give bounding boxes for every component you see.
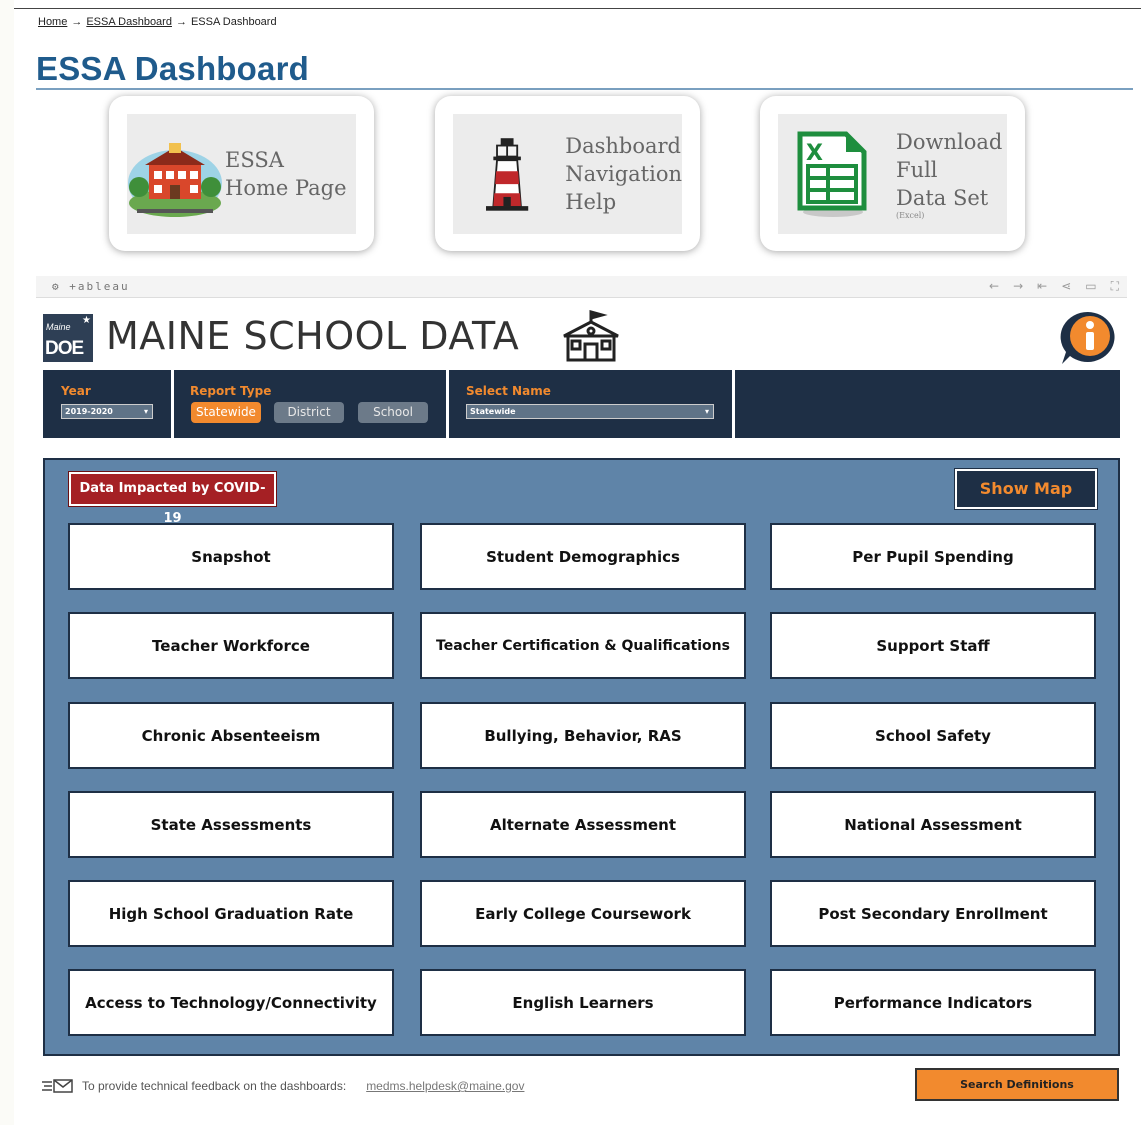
logo-text: DOE [45,338,84,359]
tile-snapshot[interactable]: Snapshot [68,523,394,590]
card-line: Navigation [565,162,682,186]
info-icon[interactable] [1058,310,1118,366]
tile-graduation-rate[interactable]: High School Graduation Rate [68,880,394,947]
redo-icon[interactable]: → [1013,279,1023,294]
excel-icon: X [797,131,867,217]
left-margin [0,0,14,1125]
card-line: Download [896,130,1003,154]
card-line: Home Page [225,176,347,200]
tile-support-staff[interactable]: Support Staff [770,612,1096,679]
select-name-label: Select Name [466,384,551,398]
breadcrumb-home-link[interactable]: Home [38,16,67,28]
feedback-text: To provide technical feedback on the das… [82,1079,347,1093]
tile-teacher-workforce[interactable]: Teacher Workforce [68,612,394,679]
tile-early-college[interactable]: Early College Coursework [420,880,746,947]
select-name-dropdown[interactable]: Statewide ▾ [466,404,714,419]
report-type-label: Report Type [190,384,272,398]
tile-technology-access[interactable]: Access to Technology/Connectivity [68,969,394,1036]
star-icon: ★ [82,315,91,326]
tile-post-secondary[interactable]: Post Secondary Enrollment [770,880,1096,947]
report-type-filter: Report Type Statewide District School [174,370,449,438]
navigation-help-card[interactable]: Dashboard Navigation Help [435,96,700,251]
year-dropdown[interactable]: 2019-2020 ▾ [61,404,153,419]
show-map-button[interactable]: Show Map [954,468,1098,510]
helpdesk-email-link[interactable]: medms.helpdesk@maine.gov [366,1079,524,1093]
breadcrumb-separator: → [71,16,83,28]
maine-doe-logo: Maine DOE ★ [43,314,93,362]
fullscreen-icon[interactable]: ⛶ [1111,279,1119,294]
card-line: Data Set [896,186,989,210]
report-type-statewide[interactable]: Statewide [191,402,261,423]
year-value: 2019-2020 [65,407,113,416]
card-note: (Excel) [896,211,925,220]
download-data-card[interactable]: X Download Full Data Set (Excel) [760,96,1025,251]
tile-alternate-assessment[interactable]: Alternate Assessment [420,791,746,858]
tile-per-pupil-spending[interactable]: Per Pupil Spending [770,523,1096,590]
tile-bullying-behavior[interactable]: Bullying, Behavior, RAS [420,702,746,769]
filter-bar: Year 2019-2020 ▾ Report Type Statewide D… [43,370,1120,438]
year-label: Year [61,384,91,398]
logo-text: Maine [46,322,71,332]
maine-school-data-title: MAINE SCHOOL DATA [106,314,520,358]
card-line: Dashboard [565,134,681,158]
tableau-logo-text: +ableau [69,280,130,293]
search-definitions-button[interactable]: Search Definitions [915,1068,1119,1101]
tile-national-assessment[interactable]: National Assessment [770,791,1096,858]
tableau-tools: ← → ⇤ ⋖ ▭ ⛶ [989,279,1119,294]
tile-student-demographics[interactable]: Student Demographics [420,523,746,590]
tile-chronic-absenteeism[interactable]: Chronic Absenteeism [68,702,394,769]
feedback-row: To provide technical feedback on the das… [42,1078,524,1094]
report-type-district[interactable]: District [274,402,344,423]
svg-text:X: X [806,141,823,166]
top-rule [14,8,1141,9]
title-divider [36,88,1133,90]
chevron-down-icon: ▾ [143,407,148,416]
tableau-toolbar: ⚙ +ableau ← → ⇤ ⋖ ▭ ⛶ [36,276,1127,298]
card-line: Full [896,158,938,182]
covid-impact-button[interactable]: Data Impacted by COVID-19 [68,471,277,526]
tableau-logo: ⚙ +ableau [52,280,130,293]
select-name-filter: Select Name Statewide ▾ [449,370,735,438]
chevron-down-icon: ▾ [704,407,709,416]
tile-state-assessments[interactable]: State Assessments [68,791,394,858]
lighthouse-icon [486,138,529,211]
school-building-icon [128,143,222,217]
undo-icon[interactable]: ← [989,279,999,294]
page-title: ESSA Dashboard [36,50,309,87]
mail-icon [42,1079,73,1093]
breadcrumb-separator: → [175,16,187,28]
breadcrumb-current: ESSA Dashboard [190,16,277,28]
tile-school-safety[interactable]: School Safety [770,702,1096,769]
revert-icon[interactable]: ⇤ [1037,279,1047,294]
essa-home-card[interactable]: ESSA Home Page [109,96,374,251]
share-icon[interactable]: ⋖ [1061,279,1071,294]
tile-performance-indicators[interactable]: Performance Indicators [770,969,1096,1036]
select-name-value: Statewide [470,407,516,416]
breadcrumb-essa-link[interactable]: ESSA Dashboard [86,16,172,28]
card-line: Help [565,190,617,214]
tile-teacher-certification[interactable]: Teacher Certification & Qualifications [420,612,746,679]
schoolhouse-icon [563,310,619,362]
download-icon[interactable]: ▭ [1085,279,1096,294]
year-filter: Year 2019-2020 ▾ [43,370,174,438]
tile-english-learners[interactable]: English Learners [420,969,746,1036]
breadcrumb: Home → ESSA Dashboard → ESSA Dashboard [38,16,277,28]
card-line: ESSA [225,148,284,172]
report-type-school[interactable]: School [358,402,428,423]
dashboard-panel: Data Impacted by COVID-19 Show Map Snaps… [43,458,1120,1056]
